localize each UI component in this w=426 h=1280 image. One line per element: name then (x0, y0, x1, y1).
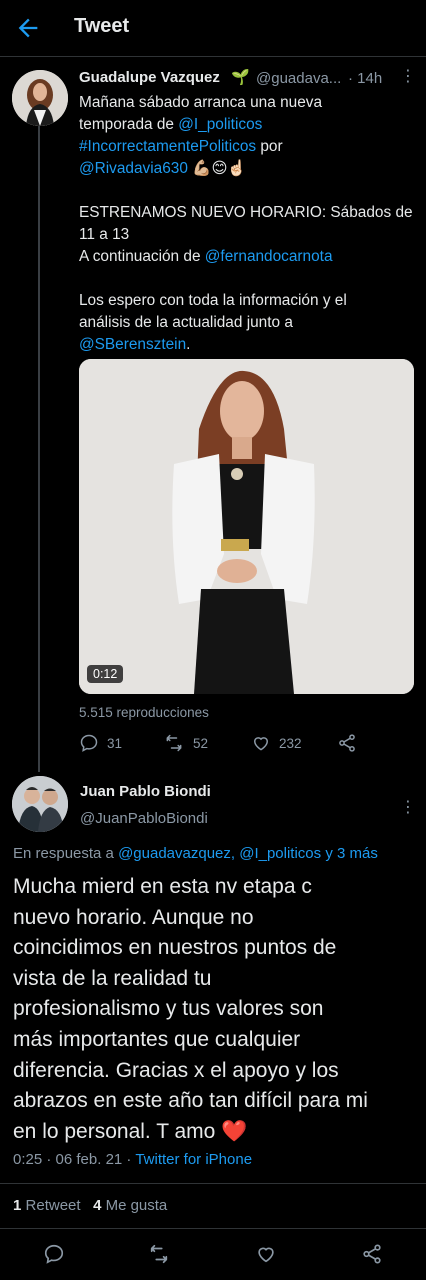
divider (0, 1228, 426, 1229)
text-span: temporada de (79, 116, 179, 133)
text-span: por (256, 138, 283, 155)
tweet-text: Mucha mierd en esta nv etapa c nuevo hor… (13, 872, 418, 1147)
text-line: análisis de la actualidad junto a (79, 314, 293, 331)
engagement-stats: 1 Retweet 4 Me gusta (13, 1197, 167, 1214)
retweet-count: 52 (193, 735, 209, 751)
text-span: . (186, 336, 191, 353)
video-thumbnail (79, 359, 414, 694)
reply-count: 31 (107, 735, 123, 751)
tweet-meta: 0:25 · 06 feb. 21 · Twitter for iPhone (13, 1151, 252, 1168)
text-span: en lo personal. T amo (13, 1119, 216, 1143)
text-line: #IncorrectamentePoliticos por (79, 136, 419, 158)
text-line: Mucha mierd en esta nv etapa c (13, 875, 312, 898)
retweet-icon (166, 734, 182, 752)
reply-icon (44, 1244, 64, 1264)
hashtag-link[interactable]: #IncorrectamentePoliticos (79, 138, 256, 155)
avatar[interactable] (12, 70, 68, 126)
author-handle[interactable]: @guadava... (256, 70, 341, 87)
video-player[interactable]: 0:12 (79, 359, 414, 694)
mention-link[interactable]: @I_politicos (178, 116, 262, 133)
text-line: @Rivadavia630 💪🏼😊☝🏻 (79, 158, 419, 180)
reply-context: En respuesta a @guadavazquez, @I_politic… (13, 845, 378, 862)
tweet-time: · 14h (348, 70, 383, 87)
tweet-text: Mañana sábado arranca una nueva temporad… (79, 92, 419, 356)
like-stat-count: 4 (93, 1197, 102, 1214)
like-count: 232 (279, 735, 302, 751)
retweet-stat-label: Retweet (25, 1197, 81, 1214)
author-name[interactable]: Juan Pablo Biondi (80, 783, 211, 800)
retweet-stat[interactable]: 1 Retweet (13, 1197, 81, 1214)
share-button[interactable] (361, 1243, 383, 1265)
text-line: 11 a 13 (79, 226, 130, 243)
text-line: nuevo horario. Aunque no (13, 905, 254, 929)
text-line: Los espero con toda la información y el (79, 292, 347, 309)
back-arrow-icon[interactable] (14, 14, 42, 42)
avatar[interactable] (12, 776, 68, 832)
reply-button[interactable]: 31 (79, 733, 122, 753)
text-line: más importantes que cualquier (13, 1027, 301, 1051)
text-line: abrazos en este año tan difícil para mi (13, 1089, 368, 1113)
more-icon[interactable]: ⋮ (400, 66, 416, 86)
share-button[interactable] (337, 733, 357, 753)
like-icon (253, 737, 269, 751)
like-stat[interactable]: 4 Me gusta (93, 1197, 167, 1214)
text-line: ESTRENAMOS NUEVO HORARIO: Sábados de (79, 204, 413, 221)
thread-connector (38, 124, 40, 772)
top-bar: Tweet (0, 0, 426, 57)
text-span: A continuación de (79, 248, 205, 265)
like-stat-label: Me gusta (105, 1197, 168, 1214)
more-icon[interactable]: ⋮ (400, 797, 416, 817)
divider (0, 1183, 426, 1184)
text-line: profesionalismo y tus valores son (13, 997, 324, 1021)
author-handle[interactable]: @JuanPabloBiondi (80, 810, 208, 827)
retweet-stat-count: 1 (13, 1197, 22, 1214)
mention-link[interactable]: @SBerensztein (79, 336, 186, 353)
text-line: vista de la realidad tu (13, 966, 212, 990)
mention-link[interactable]: @fernandocarnota (205, 248, 333, 265)
reply-prefix: En respuesta a (13, 845, 119, 862)
emoji: 💪🏼😊☝🏻 (187, 160, 247, 177)
heart-emoji: ❤️ (221, 1119, 248, 1143)
share-icon (339, 734, 355, 752)
share-icon (363, 1244, 381, 1264)
like-button[interactable]: 232 (251, 733, 302, 753)
text-line: temporada de @I_politicos (79, 114, 419, 136)
sprout-icon: 🌱 (231, 69, 250, 86)
page-title: Tweet (74, 15, 130, 37)
video-duration: 0:12 (87, 665, 124, 683)
like-button[interactable] (255, 1243, 277, 1265)
reply-button[interactable] (43, 1243, 65, 1265)
author-name[interactable]: Guadalupe Vazquez (79, 69, 220, 86)
reply-icon (80, 734, 98, 752)
text-line: diferencia. Gracias x el apoyo y los (13, 1058, 339, 1082)
mention-link[interactable]: @Rivadavia630 (79, 160, 188, 177)
reply-handles-link[interactable]: @guadavazquez, @I_politicos y 3 más (118, 845, 378, 862)
like-icon (258, 1247, 274, 1263)
text-line: coincidimos en nuestros puntos de (13, 936, 337, 960)
retweet-icon (150, 1244, 168, 1264)
timestamp: 0:25 · 06 feb. 21 · (13, 1151, 136, 1168)
text-line: A continuación de @fernandocarnota (79, 246, 419, 268)
text-line: Mañana sábado arranca una nueva (79, 94, 323, 111)
retweet-button[interactable]: 52 (163, 733, 208, 753)
view-count: 5.515 reproducciones (79, 705, 209, 720)
text-line: @SBerensztein. (79, 334, 419, 356)
text-line: en lo personal. T amo ❤️ (13, 1117, 418, 1148)
retweet-button[interactable] (147, 1243, 171, 1265)
client-link[interactable]: Twitter for iPhone (135, 1151, 252, 1168)
